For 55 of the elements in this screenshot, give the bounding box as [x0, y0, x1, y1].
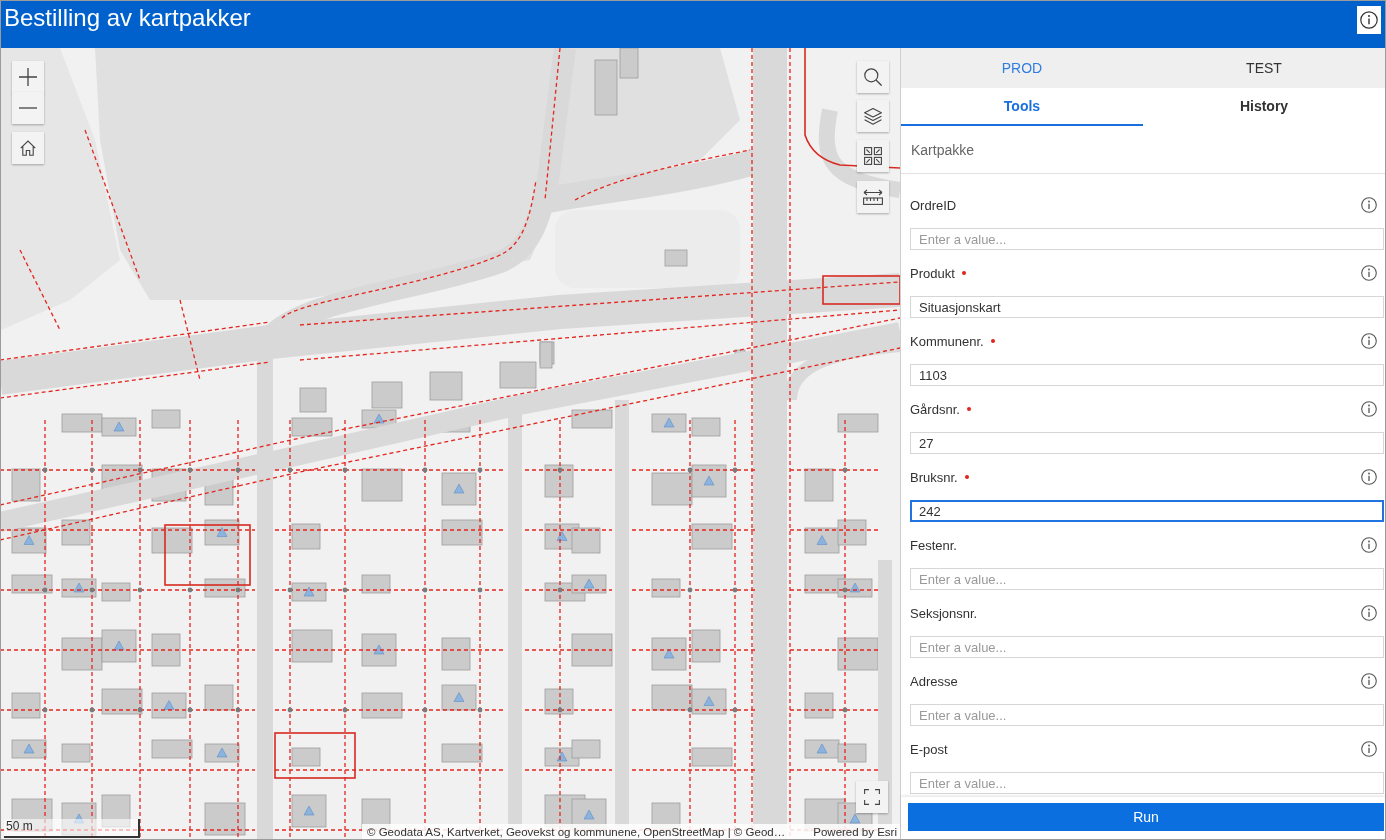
field-label: Produkt — [910, 265, 955, 281]
info-icon[interactable] — [1361, 605, 1377, 621]
zoom-in-button[interactable] — [12, 61, 44, 93]
fullscreen-icon — [864, 789, 880, 805]
info-icon[interactable] — [1361, 537, 1377, 553]
field-label: E-post — [910, 741, 948, 757]
field-label: Seksjonsnr. — [910, 605, 978, 621]
input-field[interactable]: Enter a value... — [910, 228, 1384, 250]
environment-tab[interactable]: PROD — [901, 48, 1143, 88]
input-field[interactable]: Situasjonskart — [910, 296, 1384, 318]
home-button[interactable] — [12, 132, 44, 164]
info-icon[interactable] — [1361, 265, 1377, 281]
layers-button[interactable] — [857, 100, 889, 132]
search-icon — [864, 68, 882, 86]
plus-icon — [19, 68, 37, 86]
info-icon[interactable] — [1361, 741, 1377, 757]
ruler-arrow-icon — [863, 189, 883, 205]
app-title: Bestilling av kartpakker — [3, 3, 251, 33]
fullscreen-button[interactable] — [856, 781, 888, 813]
info-icon[interactable] — [1361, 673, 1377, 689]
field-label: Bruksnr. — [910, 469, 958, 485]
search-button[interactable] — [857, 61, 889, 93]
measure-button[interactable] — [857, 181, 889, 213]
info-icon[interactable] — [1361, 401, 1377, 417]
field-label: OrdreID — [910, 197, 957, 213]
input-field[interactable]: 1103 — [910, 364, 1384, 386]
zoom-out-button[interactable] — [12, 92, 44, 124]
input-field[interactable]: Enter a value... — [910, 568, 1384, 590]
input-field[interactable]: Enter a value... — [910, 704, 1384, 726]
field-label: Festenr. — [910, 537, 957, 553]
home-icon — [20, 140, 36, 156]
info-icon — [1360, 11, 1378, 29]
powered-by-link[interactable]: Powered by Esri — [813, 825, 897, 838]
info-button[interactable] — [1357, 6, 1381, 34]
field-label: Kommunenr. — [910, 333, 984, 349]
panel-tab[interactable]: Tools — [901, 88, 1143, 126]
input-field[interactable]: 242 — [910, 500, 1384, 522]
basemap-button[interactable] — [857, 140, 889, 172]
minus-icon — [19, 107, 37, 109]
panel-tab[interactable]: History — [1143, 88, 1385, 126]
info-icon[interactable] — [1361, 333, 1377, 349]
section-title: Kartpakke — [911, 141, 975, 158]
scale-bar: 50 m — [4, 819, 140, 838]
attribution-text: © Geodata AS, Kartverket, Geovekst og kommunene, OpenStreetMap | © Geod… — [367, 825, 786, 838]
input-field[interactable]: 27 — [910, 432, 1384, 454]
environment-tab[interactable]: TEST — [1143, 48, 1385, 88]
field-label: Gårdsnr. — [910, 401, 960, 417]
info-icon[interactable] — [1361, 469, 1377, 485]
field-label: Adresse — [910, 673, 958, 689]
info-icon[interactable] — [1361, 197, 1377, 213]
run-button[interactable]: Run — [908, 803, 1384, 831]
input-field[interactable]: Enter a value... — [910, 636, 1384, 658]
input-field[interactable]: Enter a value... — [910, 772, 1384, 794]
layers-icon — [864, 107, 882, 125]
grid-icon — [864, 147, 882, 165]
